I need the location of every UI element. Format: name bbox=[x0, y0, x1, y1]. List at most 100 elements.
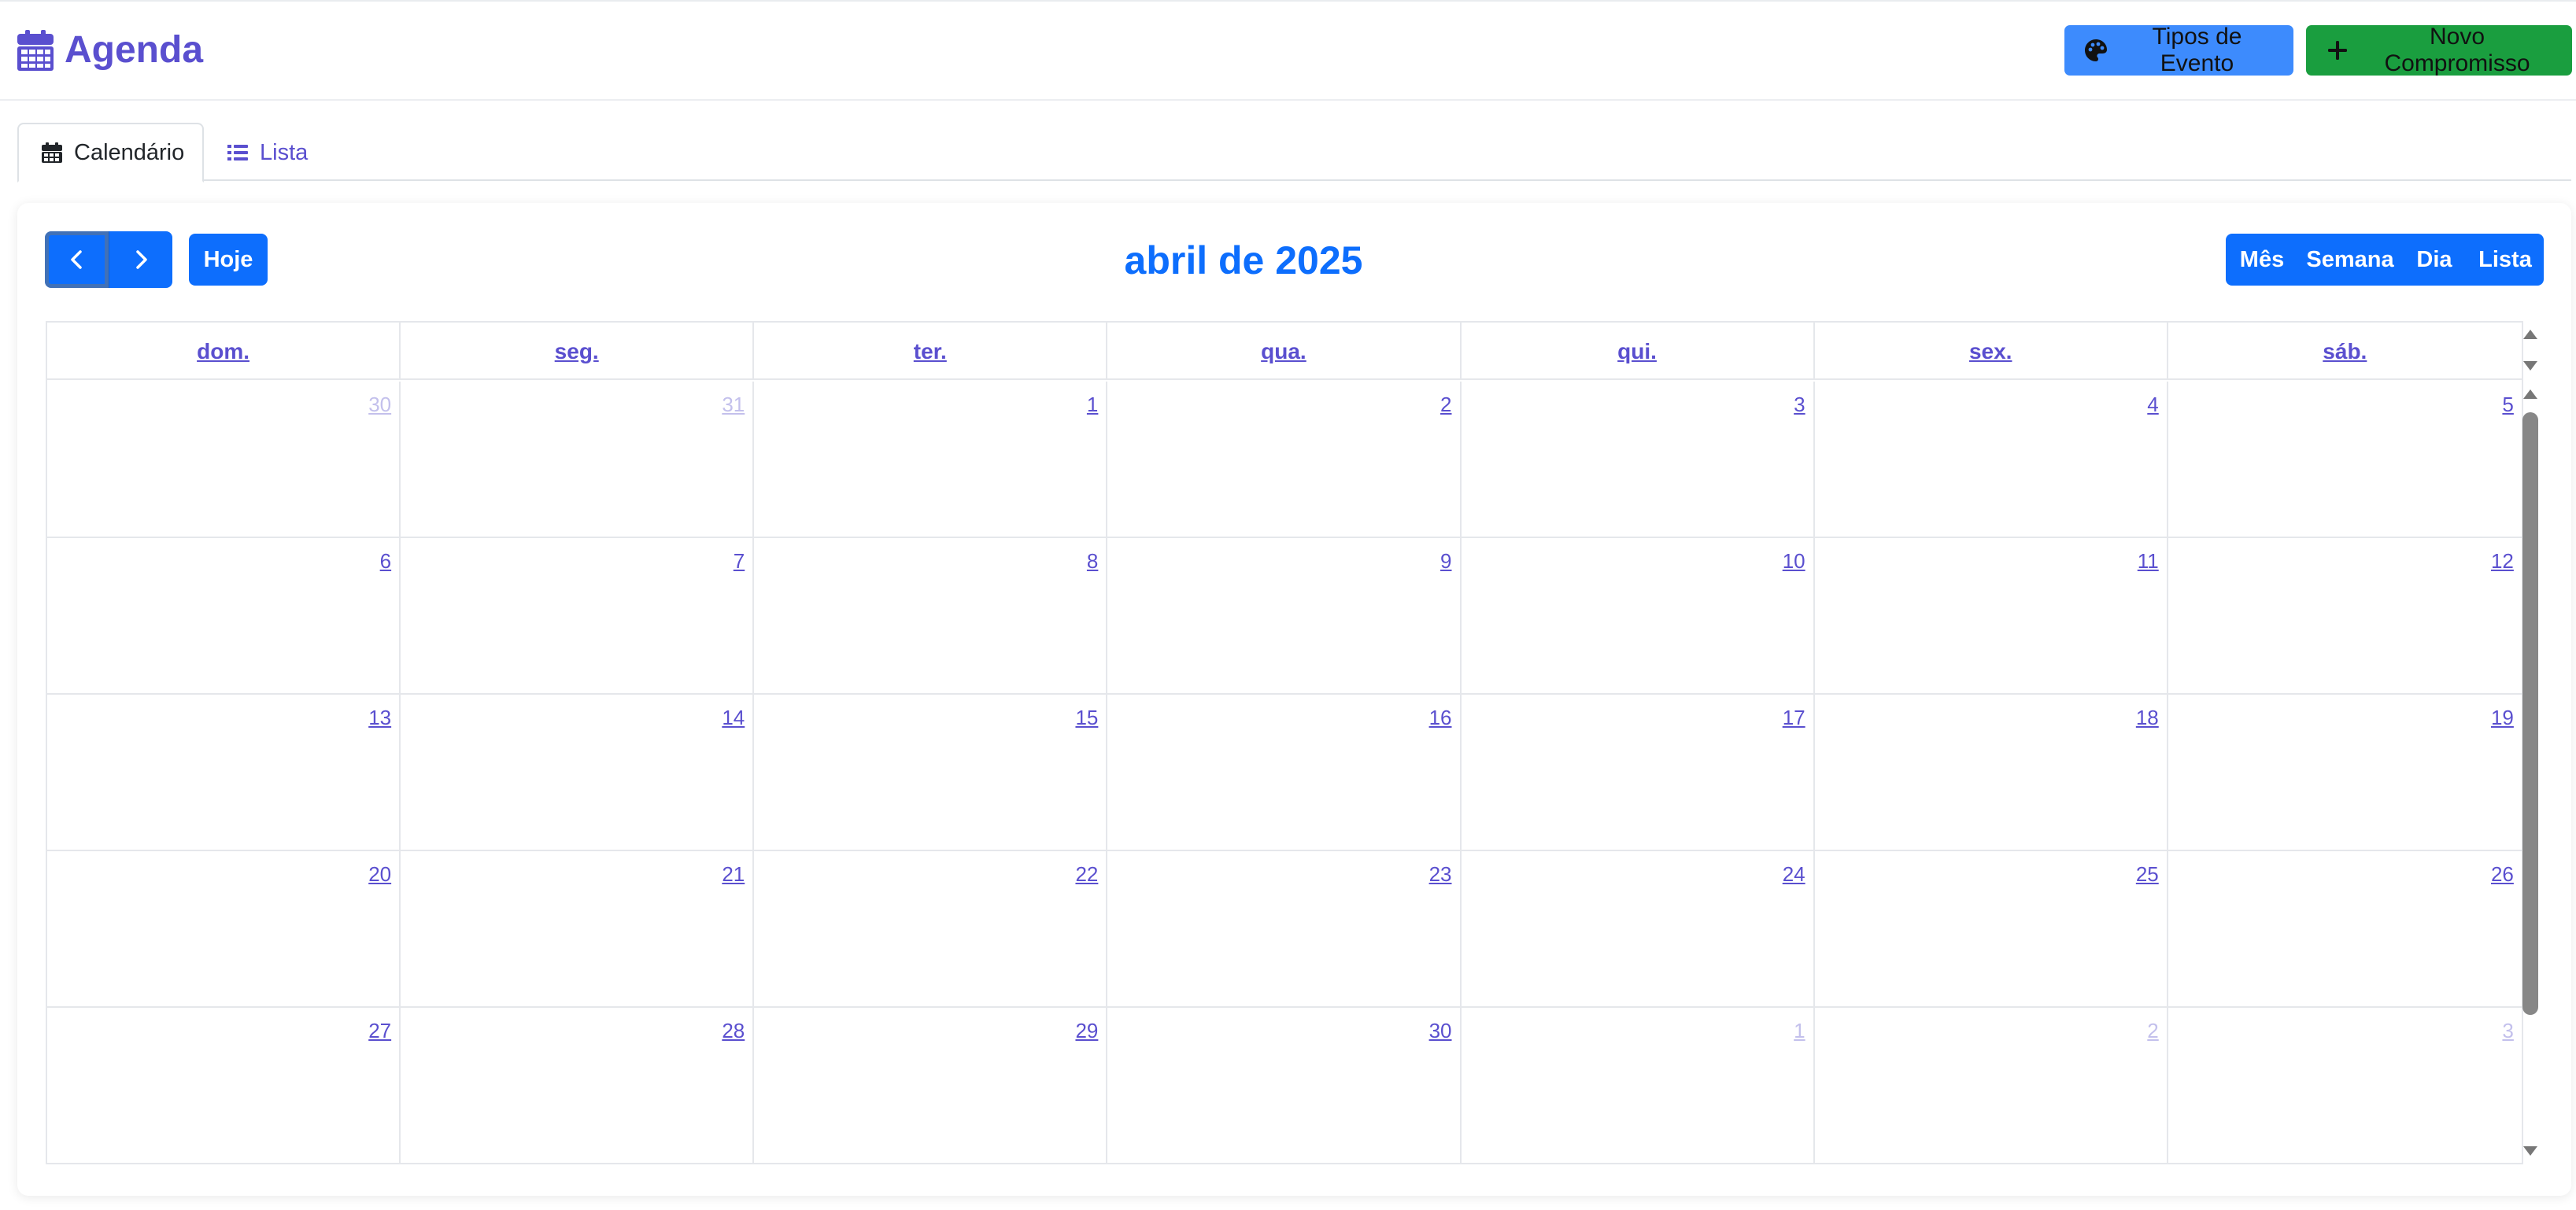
day-number-link[interactable]: 3 bbox=[1794, 393, 1805, 417]
day-number-link[interactable]: 27 bbox=[368, 1019, 391, 1043]
day-number-link[interactable]: 1 bbox=[1087, 393, 1098, 417]
day-cell[interactable]: 5 bbox=[2168, 382, 2522, 538]
day-cell[interactable]: 12 bbox=[2168, 538, 2522, 695]
day-number-link[interactable]: 6 bbox=[380, 549, 391, 574]
day-cell[interactable]: 10 bbox=[1462, 538, 1815, 695]
day-number-link[interactable]: 4 bbox=[2147, 393, 2158, 417]
day-cell[interactable]: 21 bbox=[401, 851, 755, 1008]
weekday-header[interactable]: sáb. bbox=[2168, 323, 2522, 380]
day-number-link[interactable]: 24 bbox=[1783, 862, 1805, 887]
day-cell[interactable]: 13 bbox=[47, 695, 401, 851]
day-cell[interactable]: 30 bbox=[47, 382, 401, 538]
day-cell[interactable]: 23 bbox=[1107, 851, 1462, 1008]
scrollbar-thumb[interactable] bbox=[2522, 412, 2538, 1015]
day-number-link[interactable]: 19 bbox=[2491, 706, 2514, 730]
day-number-link[interactable]: 22 bbox=[1075, 862, 1098, 887]
day-cell[interactable]: 18 bbox=[1815, 695, 2168, 851]
day-cell[interactable]: 6 bbox=[47, 538, 401, 695]
day-number-link[interactable]: 14 bbox=[722, 706, 745, 730]
day-number-link[interactable]: 28 bbox=[722, 1019, 745, 1043]
day-cell[interactable]: 28 bbox=[401, 1008, 755, 1164]
day-cell[interactable]: 30 bbox=[1107, 1008, 1462, 1164]
scroll-up-arrow-icon[interactable] bbox=[2522, 387, 2539, 401]
day-number-link[interactable]: 11 bbox=[2138, 549, 2159, 574]
day-number-link[interactable]: 18 bbox=[2136, 706, 2159, 730]
day-number-link[interactable]: 9 bbox=[1440, 549, 1451, 574]
day-number-link[interactable]: 17 bbox=[1783, 706, 1805, 730]
day-cell[interactable]: 3 bbox=[1462, 382, 1815, 538]
day-number-link[interactable]: 15 bbox=[1075, 706, 1098, 730]
day-number-link[interactable]: 12 bbox=[2491, 549, 2514, 574]
day-cell[interactable]: 25 bbox=[1815, 851, 2168, 1008]
scroll-down-arrow-icon[interactable] bbox=[2522, 359, 2539, 373]
day-cell[interactable]: 3 bbox=[2168, 1008, 2522, 1164]
weekday-header[interactable]: ter. bbox=[754, 323, 1108, 380]
day-cell[interactable]: 22 bbox=[754, 851, 1108, 1008]
day-number-link[interactable]: 23 bbox=[1429, 862, 1452, 887]
day-cell[interactable]: 11 bbox=[1815, 538, 2168, 695]
prev-month-button[interactable] bbox=[45, 231, 109, 288]
day-cell[interactable]: 19 bbox=[2168, 695, 2522, 851]
week-row: 6 7 8 9 10 11 12 bbox=[47, 538, 2522, 695]
day-number-link[interactable]: 13 bbox=[368, 706, 391, 730]
day-cell[interactable]: 29 bbox=[754, 1008, 1108, 1164]
day-cell[interactable]: 9 bbox=[1107, 538, 1462, 695]
day-number-link[interactable]: 5 bbox=[2502, 393, 2513, 417]
day-number-link[interactable]: 25 bbox=[2136, 862, 2159, 887]
day-cell[interactable]: 27 bbox=[47, 1008, 401, 1164]
day-number-link[interactable]: 10 bbox=[1783, 549, 1805, 574]
day-number-link[interactable]: 31 bbox=[722, 393, 745, 417]
weekday-header[interactable]: seg. bbox=[401, 323, 755, 380]
day-cell[interactable]: 26 bbox=[2168, 851, 2522, 1008]
day-cell[interactable]: 2 bbox=[1107, 382, 1462, 538]
chevron-left-icon bbox=[70, 250, 82, 269]
event-types-label: Tipos de Evento bbox=[2152, 24, 2242, 76]
weekday-header[interactable]: dom. bbox=[47, 323, 401, 380]
view-list-button[interactable]: Lista bbox=[2467, 234, 2544, 286]
scroll-down-arrow-icon[interactable] bbox=[2522, 1144, 2539, 1158]
day-cell[interactable]: 31 bbox=[401, 382, 755, 538]
day-cell[interactable]: 4 bbox=[1815, 382, 2168, 538]
day-cell[interactable]: 14 bbox=[401, 695, 755, 851]
day-number-link[interactable]: 30 bbox=[1429, 1019, 1452, 1043]
day-cell[interactable]: 8 bbox=[754, 538, 1108, 695]
day-number-link[interactable]: 1 bbox=[1794, 1019, 1805, 1043]
page-header: Agenda Tipos de Evento Novo Compromisso bbox=[0, 2, 2576, 101]
today-button[interactable]: Hoje bbox=[189, 234, 268, 286]
day-cell[interactable]: 17 bbox=[1462, 695, 1815, 851]
palette-icon bbox=[2085, 39, 2107, 61]
day-cell[interactable]: 20 bbox=[47, 851, 401, 1008]
tab-list[interactable]: Lista bbox=[227, 123, 308, 183]
day-cell[interactable]: 16 bbox=[1107, 695, 1462, 851]
weekday-header[interactable]: qui. bbox=[1462, 323, 1815, 380]
day-number-link[interactable]: 8 bbox=[1087, 549, 1098, 574]
day-number-link[interactable]: 20 bbox=[368, 862, 391, 887]
scroll-up-arrow-icon[interactable] bbox=[2522, 327, 2539, 341]
day-cell[interactable]: 1 bbox=[754, 382, 1108, 538]
day-cell[interactable]: 2 bbox=[1815, 1008, 2168, 1164]
day-number-link[interactable]: 29 bbox=[1075, 1019, 1098, 1043]
new-appointment-label: Novo Compromisso bbox=[2384, 24, 2530, 76]
new-appointment-button[interactable]: Novo Compromisso bbox=[2306, 24, 2572, 76]
view-week-button[interactable]: Semana bbox=[2298, 234, 2402, 286]
day-number-link[interactable]: 21 bbox=[722, 862, 745, 887]
day-cell[interactable]: 24 bbox=[1462, 851, 1815, 1008]
tab-calendar[interactable]: Calendário bbox=[17, 123, 204, 183]
weekday-header[interactable]: sex. bbox=[1815, 323, 2168, 380]
weekday-header[interactable]: qua. bbox=[1107, 323, 1462, 380]
day-number-link[interactable]: 2 bbox=[1440, 393, 1451, 417]
day-number-link[interactable]: 30 bbox=[368, 393, 391, 417]
view-month-button[interactable]: Mês bbox=[2226, 234, 2298, 286]
day-cell[interactable]: 7 bbox=[401, 538, 755, 695]
day-number-link[interactable]: 7 bbox=[734, 549, 745, 574]
day-number-link[interactable]: 2 bbox=[2147, 1019, 2158, 1043]
next-month-button[interactable] bbox=[109, 231, 172, 288]
day-cell[interactable]: 1 bbox=[1462, 1008, 1815, 1164]
view-tabs: Calendário Lista bbox=[17, 123, 2571, 183]
day-cell[interactable]: 15 bbox=[754, 695, 1108, 851]
view-day-button[interactable]: Dia bbox=[2402, 234, 2467, 286]
day-number-link[interactable]: 16 bbox=[1429, 706, 1452, 730]
event-types-button[interactable]: Tipos de Evento bbox=[2064, 24, 2293, 76]
day-number-link[interactable]: 3 bbox=[2502, 1019, 2513, 1043]
day-number-link[interactable]: 26 bbox=[2491, 862, 2514, 887]
